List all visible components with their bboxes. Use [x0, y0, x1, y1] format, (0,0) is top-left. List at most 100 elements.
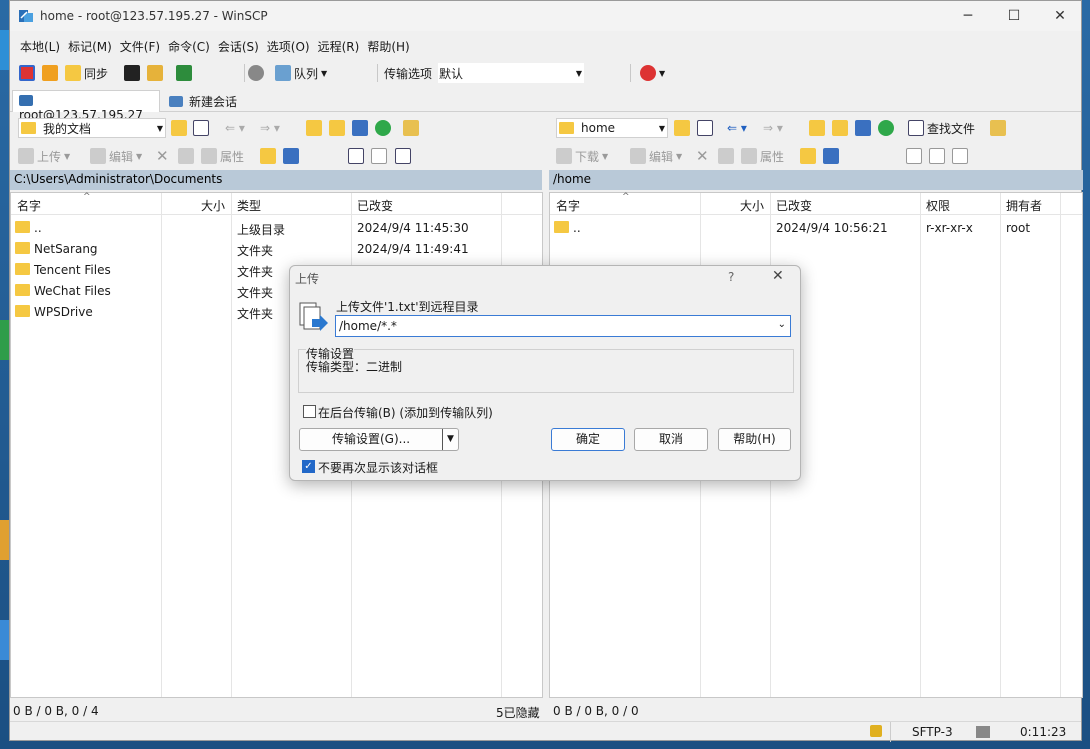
reconnect-button[interactable]: ▼ [640, 63, 665, 83]
select-all-icon[interactable] [906, 148, 922, 164]
new-file-icon[interactable] [283, 148, 299, 164]
parent-dir-icon[interactable] [809, 120, 825, 136]
folder-icon [15, 305, 30, 317]
filter-icon[interactable] [697, 120, 713, 136]
remote-path-bar: /home [549, 170, 1083, 190]
queue-button[interactable]: 队列 ▼ [275, 63, 327, 83]
transfer-settings-button[interactable]: 传输设置(G)... ▼ [299, 428, 459, 451]
desktop-icon-strip [0, 320, 9, 360]
remote-action-toolbar: 下载 ▼ 编辑 ▼ ✕ 属性 [550, 143, 1083, 169]
help-icon[interactable]: ? [728, 270, 734, 284]
home-icon[interactable] [855, 120, 871, 136]
table-row[interactable]: NetSarang 文件夹 2024/9/4 11:49:41 [11, 239, 542, 260]
open-folder-icon[interactable] [171, 120, 187, 136]
forward-button[interactable]: ⇒ ▾ [763, 118, 783, 138]
parent-folder-icon [15, 221, 30, 233]
chevron-down-icon[interactable]: ▼ [442, 429, 458, 450]
minimize-button[interactable]: ─ [945, 1, 991, 31]
menu-file[interactable]: 文件(F) [116, 35, 164, 58]
putty-icon[interactable] [147, 65, 163, 81]
back-button[interactable]: ⇐ ▾ [727, 118, 747, 138]
col-name[interactable]: 名字 [556, 197, 580, 214]
rename-icon[interactable] [178, 148, 194, 164]
target-path-combo[interactable]: /home/*.* ⌄ [335, 315, 791, 337]
menu-remote[interactable]: 远程(R) [314, 35, 364, 58]
col-size[interactable]: 大小 [740, 197, 764, 214]
ok-button[interactable]: 确定 [551, 428, 625, 451]
open-folder-icon[interactable] [674, 120, 690, 136]
properties-icon [201, 148, 217, 164]
refresh-icon[interactable] [375, 120, 391, 136]
col-type[interactable]: 类型 [237, 197, 261, 214]
menu-mark[interactable]: 标记(M) [64, 35, 116, 58]
desktop-icon-strip [0, 30, 9, 70]
chevron-down-icon: ▼ [156, 123, 163, 133]
tree-icon[interactable] [403, 120, 419, 136]
local-edit-button[interactable]: 编辑 ▼ [90, 146, 142, 166]
window-title: home - root@123.57.195.27 - WinSCP [40, 9, 268, 23]
deselect-icon[interactable] [929, 148, 945, 164]
tree-icon[interactable] [990, 120, 1006, 136]
invert-select-icon[interactable] [395, 148, 411, 164]
terminal-icon[interactable] [176, 65, 192, 81]
delete-icon[interactable]: ✕ [156, 146, 169, 166]
gear-icon[interactable] [248, 65, 264, 81]
root-dir-icon[interactable] [832, 120, 848, 136]
remote-column-header: 名字 ^ 大小 已改变 权限 拥有者 [550, 192, 1082, 215]
chevron-down-icon: ⌄ [777, 319, 786, 330]
col-owner[interactable]: 拥有者 [1006, 197, 1042, 214]
home-icon[interactable] [352, 120, 368, 136]
table-row[interactable]: .. 2024/9/4 10:56:21 r-xr-xr-x root [550, 218, 1082, 239]
close-button[interactable]: ✕ [1037, 1, 1083, 31]
rename-icon[interactable] [718, 148, 734, 164]
menu-commands[interactable]: 命令(C) [164, 35, 214, 58]
menu-local[interactable]: 本地(L) [16, 35, 64, 58]
delete-icon[interactable]: ✕ [696, 146, 709, 166]
forward-button[interactable]: ⇒ ▾ [260, 118, 280, 138]
col-name[interactable]: 名字 [17, 197, 41, 214]
compare-icon[interactable] [19, 65, 35, 81]
root-dir-icon[interactable] [329, 120, 345, 136]
menu-options[interactable]: 选项(O) [263, 35, 314, 58]
dialog-title: 上传 [295, 272, 320, 286]
background-transfer-checkbox[interactable] [303, 405, 316, 418]
parent-dir-icon[interactable] [306, 120, 322, 136]
remote-location-dropdown[interactable]: home ▼ [556, 118, 668, 138]
new-folder-icon[interactable] [260, 148, 276, 164]
dialog-close-icon[interactable]: ✕ [772, 268, 784, 284]
console-icon[interactable] [124, 65, 140, 81]
col-rights[interactable]: 权限 [926, 197, 950, 214]
menu-session[interactable]: 会话(S) [214, 35, 263, 58]
synchronize-browsing-icon[interactable] [42, 65, 58, 81]
dont-show-label: 不要再次显示该对话框 [318, 461, 439, 475]
invert-select-icon[interactable] [952, 148, 968, 164]
transfer-settings-dropdown[interactable]: 默认 ▼ [438, 63, 584, 83]
sync-button[interactable]: 同步 [65, 63, 108, 83]
col-changed[interactable]: 已改变 [776, 197, 812, 214]
back-button[interactable]: ⇐ ▾ [225, 118, 245, 138]
filter-icon[interactable] [193, 120, 209, 136]
new-folder-icon[interactable] [800, 148, 816, 164]
find-files-button[interactable]: 查找文件 [908, 118, 975, 138]
new-file-icon[interactable] [823, 148, 839, 164]
col-changed[interactable]: 已改变 [357, 197, 393, 214]
help-button[interactable]: 帮助(H) [718, 428, 791, 451]
deselect-icon[interactable] [371, 148, 387, 164]
remote-edit-button[interactable]: 编辑 ▼ [630, 146, 682, 166]
tab-new-session[interactable]: 新建会话 [163, 90, 243, 112]
col-size[interactable]: 大小 [201, 197, 225, 214]
upload-button[interactable]: 上传 ▼ [18, 146, 70, 166]
cancel-button[interactable]: 取消 [634, 428, 708, 451]
remote-properties-button[interactable]: 属性 [741, 146, 784, 166]
tab-session[interactable]: root@123.57.195.27 [12, 90, 160, 122]
menu-help[interactable]: 帮助(H) [363, 35, 413, 58]
table-row[interactable]: .. 上级目录 2024/9/4 11:45:30 [11, 218, 542, 239]
refresh-icon[interactable] [878, 120, 894, 136]
local-properties-button[interactable]: 属性 [201, 146, 244, 166]
local-location-dropdown[interactable]: 我的文档 ▼ [18, 118, 166, 138]
download-icon [556, 148, 572, 164]
download-button[interactable]: 下载 ▼ [556, 146, 608, 166]
dont-show-checkbox[interactable]: ✓ [302, 460, 315, 473]
maximize-button[interactable]: ☐ [991, 1, 1037, 31]
select-all-icon[interactable] [348, 148, 364, 164]
